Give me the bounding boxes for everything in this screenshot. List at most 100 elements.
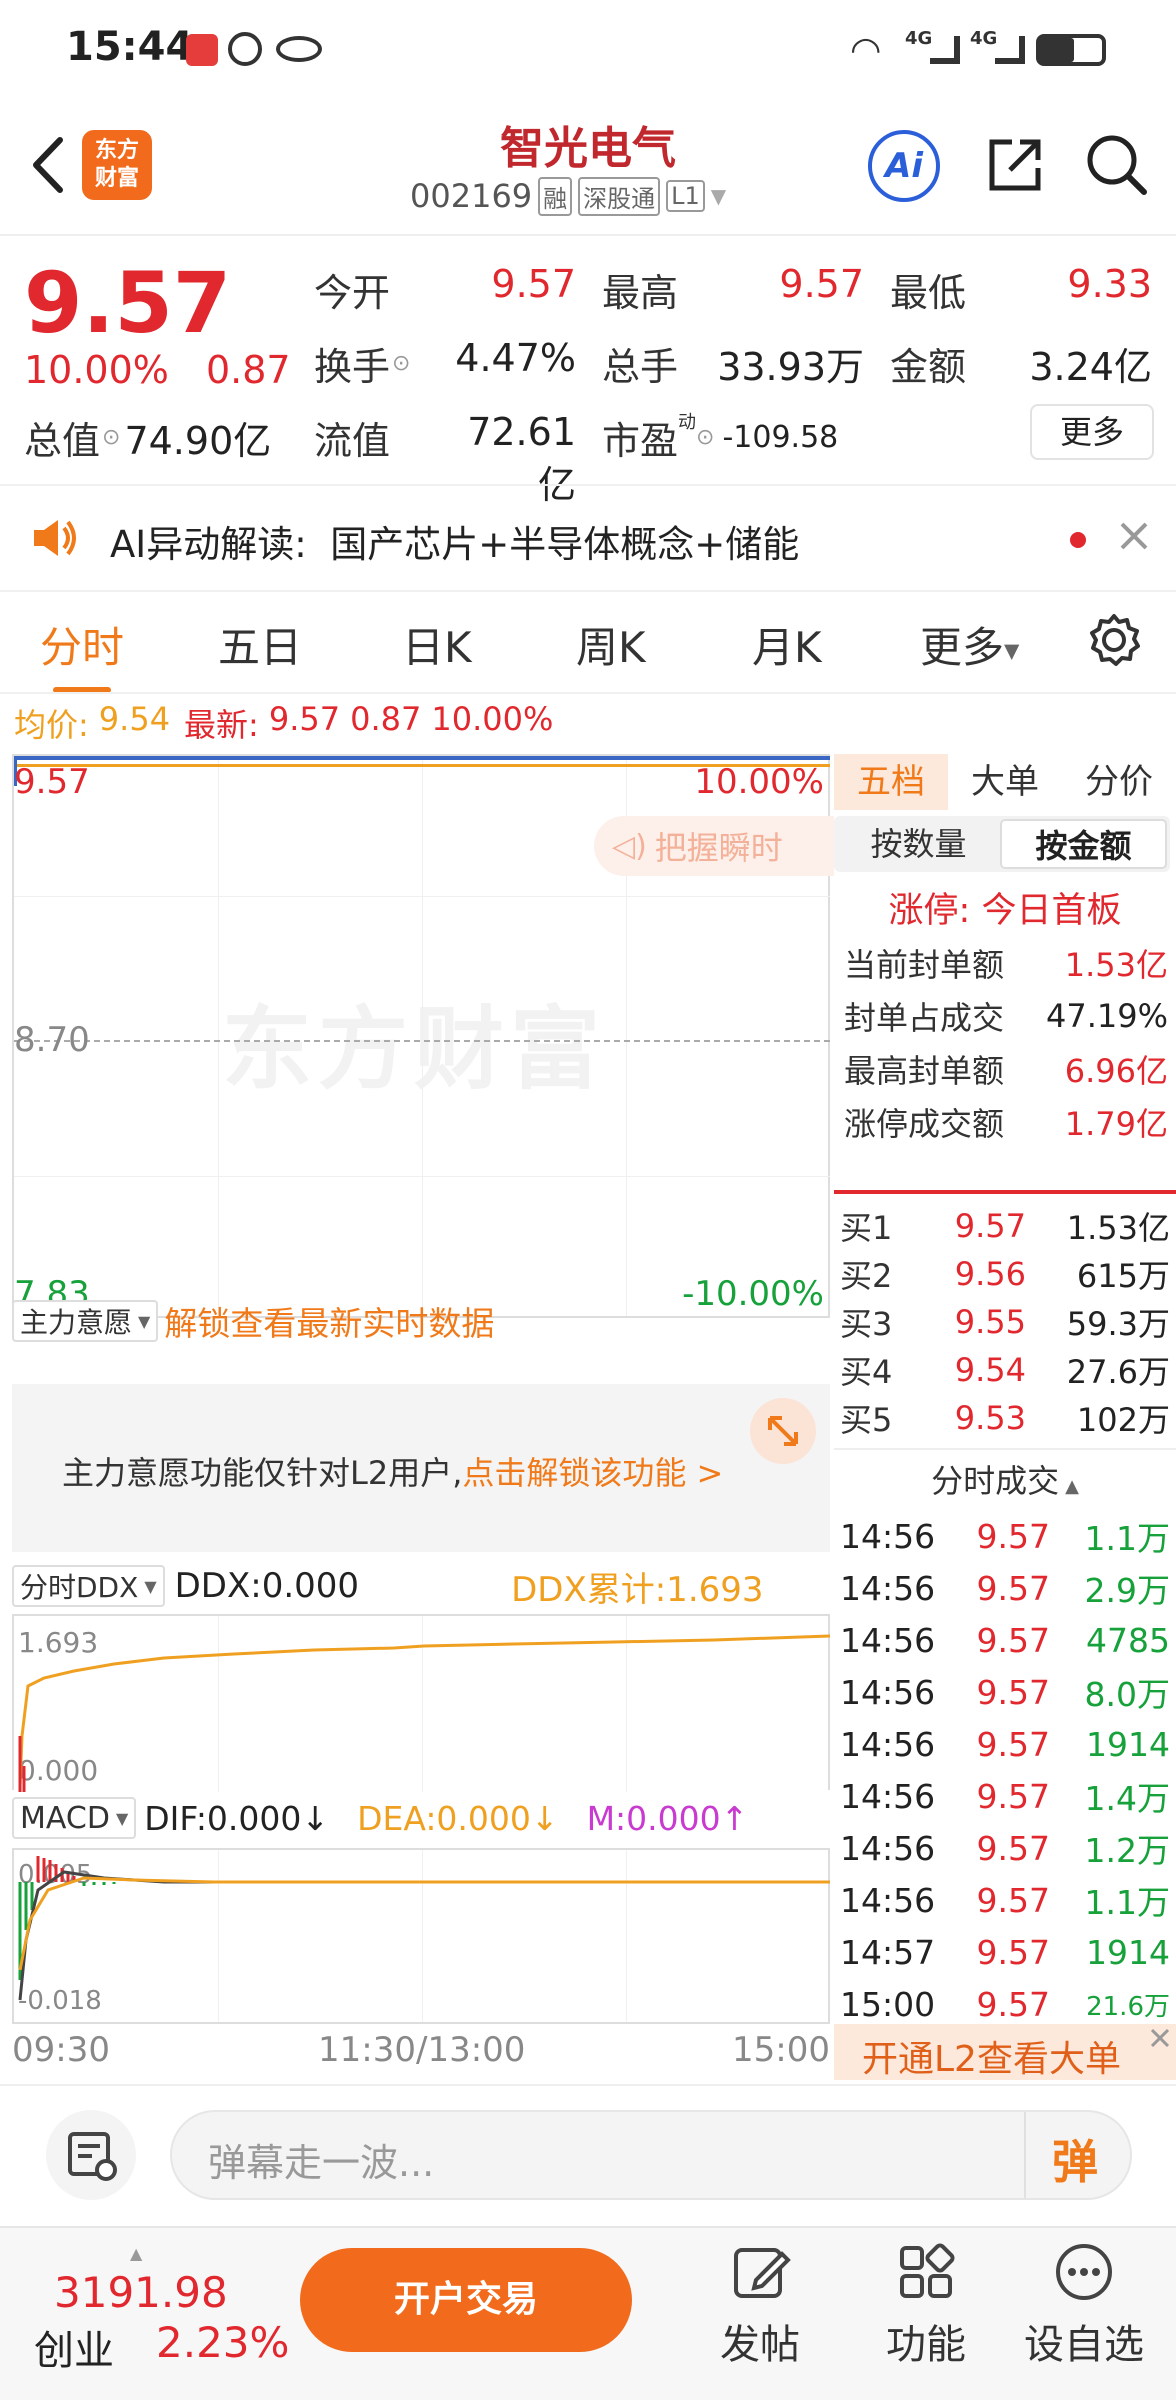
time-axis: 09:30 11:30/13:00 15:00 [12, 2026, 830, 2076]
ticks-title[interactable]: 分时成交 ▲ [834, 1454, 1176, 1508]
tick-time: 14:56 [840, 1880, 936, 1920]
danmaku-input[interactable]: 弹幕走一波... 弹 [170, 2110, 1132, 2200]
prev-close-dashed-line [14, 1040, 830, 1042]
divider [834, 1448, 1176, 1450]
grid-h3 [14, 1176, 830, 1177]
tick-row: 15:00 9.57 21.6万 [840, 1978, 1170, 2030]
grasp-moment-tip[interactable]: ◁) 把握瞬时 [594, 816, 834, 876]
tick-time: 14:56 [840, 1672, 936, 1712]
quote-summary: 9.57 10.00% 0.87 今开 9.57 最高 9.57 最低 9.33… [0, 236, 1176, 507]
macd-m: M:0.000↑ [586, 1798, 749, 1838]
search-button[interactable] [1084, 132, 1150, 198]
tick-volume: 1.1万 [1084, 1519, 1170, 1558]
tick-row: 14:56 9.57 1.1万 [840, 1874, 1170, 1926]
tick-volume: 8.0万 [1084, 1675, 1170, 1714]
tab-large-orders[interactable]: 大单 [948, 754, 1062, 810]
share-button[interactable] [982, 132, 1048, 198]
macd-select[interactable]: MACD ▼ [12, 1797, 137, 1839]
wifi-icon: ◠ [850, 30, 882, 71]
l2-upgrade-banner[interactable]: 开通L2查看大单 [834, 2024, 1176, 2080]
time-axis-mid: 11:30/13:00 [318, 2030, 526, 2070]
bid-volume: 615万 [1076, 1257, 1170, 1295]
stock-code-row: 002169 融 深股通 L1 ▼ [410, 176, 726, 216]
tick-price: 9.57 [976, 1776, 1050, 1816]
close-banner-button[interactable] [1114, 516, 1154, 556]
expand-icon [768, 1416, 798, 1446]
tab-by-amount[interactable]: 按金额 [1000, 819, 1167, 869]
danmaku-settings-icon [68, 2132, 117, 2181]
stat-value: 6.96亿 [1064, 1051, 1168, 1090]
macd-dif: DIF:0.000↓ [144, 1798, 330, 1838]
ddx-select[interactable]: 分时DDX ▼ [12, 1565, 165, 1607]
tab-five-day[interactable]: 五日 [218, 614, 302, 675]
ai-button[interactable]: Ai [868, 130, 940, 202]
latest-label: 最新: [184, 706, 259, 744]
tab-monthly-k[interactable]: 月K [752, 614, 822, 675]
tick-row: 14:56 9.57 1914 [840, 1718, 1170, 1770]
turnover-label[interactable]: 换手 ⊙ [314, 336, 410, 391]
l2-upgrade-text: 开通L2查看大单 [862, 2039, 1121, 2080]
tab-more-label: 更多 [920, 623, 1005, 672]
ai-anomaly-text: AI异动解读: 国产芯片+半导体概念+储能 [110, 523, 800, 566]
main-force-row: 主力意愿 ▼ 解锁查看最新实时数据 [12, 1296, 830, 1346]
expand-button[interactable] [750, 1398, 816, 1464]
open-account-trade-button[interactable]: 开户交易 [300, 2248, 632, 2352]
caret-down-icon: ▼ [115, 1808, 129, 1828]
bid-label: 买5 [840, 1401, 893, 1439]
eye-icon [276, 36, 322, 62]
tick-volume: 1.4万 [1084, 1779, 1170, 1818]
pe-ratio[interactable]: 市盈 动 ⊙ -109.58 [602, 410, 838, 465]
ddx-chart[interactable]: 1.693 0.000 [12, 1614, 830, 1792]
more-dots-icon [1056, 2244, 1112, 2300]
tab-five-levels[interactable]: 五档 [834, 754, 948, 810]
macd-dea: DEA:0.000↓ [357, 1798, 559, 1838]
main-force-select-label: 主力意愿 [20, 1306, 133, 1339]
tab-price-distribution[interactable]: 分价 [1062, 754, 1176, 810]
unlock-realtime-link[interactable]: 解锁查看最新实时数据 [164, 1297, 494, 1345]
tab-daily-k[interactable]: 日K [402, 614, 472, 675]
volume-label: 总手 [602, 345, 679, 389]
danmaku-settings-button[interactable] [46, 2110, 136, 2200]
unlock-feature-link[interactable]: 点击解锁该功能 > [462, 1454, 723, 1492]
signal-4g-1: 4G [905, 28, 933, 49]
share-icon [989, 139, 1041, 191]
add-watchlist-button[interactable]: 设自选 [1004, 2240, 1164, 2390]
top-pct-label: 10.00% [694, 762, 824, 802]
macd-chart[interactable]: 0.005 -0.018 [12, 1848, 830, 2024]
danmaku-row: 弹幕走一波... 弹 [0, 2086, 1176, 2226]
pe-value: -109.58 [722, 420, 839, 455]
close-l2-banner-button[interactable] [1146, 2024, 1174, 2052]
more-quote-button[interactable]: 更多 [1030, 404, 1154, 460]
grid-h1 [14, 896, 830, 897]
sub-tabs: 按数量 按金额 [834, 816, 1170, 872]
chart-tabs: 分时 五日 日K 周K 月K 更多▼ [0, 592, 1176, 693]
main-force-locked-panel: 主力意愿功能仅针对L2用户,点击解锁该功能 > [12, 1384, 830, 1552]
tick-row: 14:56 9.57 1.2万 [840, 1822, 1170, 1874]
bid-label: 买1 [840, 1209, 893, 1247]
dropdown-triangle-icon[interactable]: ▼ [711, 184, 726, 208]
tab-intraday[interactable]: 分时 [40, 614, 124, 693]
tick-volume: 4785 [1086, 1620, 1170, 1660]
market-cap[interactable]: 总值 ⊙ 74.90亿 [24, 410, 271, 465]
main-force-select[interactable]: 主力意愿 ▼ [12, 1300, 159, 1342]
index-ticker[interactable]: ▲ 3191.98 创业 2.23% [34, 2244, 294, 2374]
chart-settings-button[interactable] [1086, 612, 1142, 668]
amount-label: 金额 [890, 345, 967, 389]
search-icon [1087, 135, 1147, 195]
bid-row: 买2 9.56 615万 [840, 1250, 1170, 1298]
tab-by-quantity[interactable]: 按数量 [837, 819, 1000, 869]
danmaku-toggle-button[interactable]: 弹 [1052, 2126, 1098, 2192]
tab-more[interactable]: 更多▼ [920, 614, 1019, 675]
battery-icon [1036, 34, 1106, 66]
post-button[interactable]: 发帖 [700, 2240, 820, 2390]
tab-weekly-k[interactable]: 周K [576, 614, 646, 675]
post-label: 发帖 [720, 2322, 800, 2368]
ai-anomaly-banner[interactable]: AI异动解读: 国产芯片+半导体概念+储能 [0, 486, 1176, 590]
time-axis-start: 09:30 [12, 2030, 110, 2070]
avg-value: 9.54 [98, 700, 171, 738]
grid-v1 [218, 756, 219, 1316]
features-button[interactable]: 功能 [866, 2240, 986, 2390]
turnover-value: 4.47% [455, 336, 576, 380]
intraday-chart[interactable]: 东方财富 9.57 10.00% 8.70 7.83 -10.00% ◁) 把握… [12, 754, 834, 1318]
avg-label: 均价: [14, 706, 89, 744]
